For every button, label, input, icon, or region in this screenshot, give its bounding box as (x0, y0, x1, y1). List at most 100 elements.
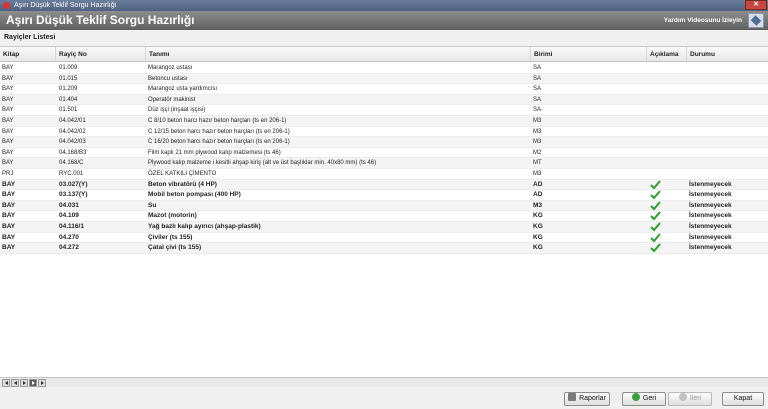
cell-rayic-no: 01.501 (59, 107, 78, 114)
reports-button[interactable]: Raporlar (564, 392, 610, 406)
cell-aciklama[interactable] (647, 148, 687, 158)
rayic-grid: Kitap Rayiç No Tanımı Birimi Açıklama Du… (0, 46, 768, 377)
checkmark-icon (650, 243, 661, 253)
cell-aciklama[interactable] (647, 243, 687, 253)
col-tanimi[interactable]: Tanımı (146, 47, 531, 62)
cell-birimi: M2 (533, 149, 542, 156)
cell-birimi: KG (533, 244, 543, 252)
cell-kitap: BAY (2, 75, 14, 82)
cell-tanimi: Marangoz usta yardımcısı (148, 86, 218, 93)
checkmark-icon (650, 211, 661, 221)
cell-kitap: BAY (2, 180, 16, 188)
help-video-link[interactable]: Yardım Videosunu İzleyin (664, 17, 742, 24)
cell-durumu (687, 148, 767, 158)
table-row[interactable]: BAY 01.501 Düz işçi (inşaat işçisi) SA (0, 105, 768, 116)
cell-aciklama[interactable] (647, 63, 687, 73)
checkmark-icon (650, 222, 661, 232)
cell-aciklama[interactable] (647, 190, 687, 200)
cell-rayic-no: 04.042/01 (59, 117, 86, 124)
back-button[interactable]: Geri (622, 392, 666, 406)
cell-kitap: BAY (2, 233, 16, 241)
cell-aciklama[interactable] (647, 222, 687, 232)
col-kitap[interactable]: Kitap (0, 47, 56, 62)
grid-header: Kitap Rayiç No Tanımı Birimi Açıklama Du… (0, 47, 768, 62)
next-record-icon[interactable] (20, 379, 28, 387)
cell-aciklama[interactable] (647, 95, 687, 105)
table-row[interactable]: BAY 01.404 Operatör makinist SA (0, 94, 768, 106)
cell-durumu (687, 74, 767, 84)
close-button[interactable]: Kapat (722, 392, 764, 406)
table-row[interactable]: BAY 04.270 Çiviler (ts 155) KG İstenmeyecek (0, 232, 768, 244)
cell-aciklama[interactable] (647, 127, 687, 137)
cell-kitap: BAY (2, 191, 16, 199)
cell-aciklama[interactable] (647, 169, 687, 179)
next-button[interactable]: İleri (668, 392, 712, 406)
cell-kitap: BAY (2, 86, 14, 93)
table-row[interactable]: BAY 04.031 Su M3 İstenmeyecek (0, 200, 768, 212)
table-row[interactable]: BAY 01.009 Marangoz ustası SA (0, 63, 768, 74)
cell-durumu: İstenmeyecek (689, 191, 732, 199)
help-video-icon[interactable] (748, 13, 764, 28)
cell-tanimi: Operatör makinist (148, 96, 196, 103)
cell-kitap: BAY (2, 160, 14, 167)
col-aciklama[interactable]: Açıklama (647, 47, 687, 62)
cell-rayic-no: 04.031 (59, 201, 79, 209)
cell-tanimi: Mazot (motorin) (148, 212, 197, 220)
table-row[interactable]: BAY 04.109 Mazot (motorin) KG İstenmeyecek (0, 211, 768, 222)
cell-kitap: BAY (2, 244, 16, 252)
goto-record-icon[interactable] (38, 379, 46, 387)
cell-tanimi: Plywood kalıp malzeme i kesitli ahşap ki… (148, 160, 377, 167)
cell-kitap: BAY (2, 149, 14, 156)
table-row[interactable]: BAY 01.015 Betoncu ustası SA (0, 73, 768, 85)
table-row[interactable]: BAY 04.168/B3 Film kaplı 21 mm plywood kal… (0, 148, 768, 159)
cell-tanimi: Beton vibratörü (4 HP) (148, 180, 217, 188)
cell-aciklama[interactable] (647, 74, 687, 84)
col-durumu[interactable]: Durumu (687, 47, 768, 62)
table-row[interactable]: BAY 04.042/01 C 8/10 beton harcı hazır bet… (0, 115, 768, 127)
cell-durumu (687, 116, 767, 126)
prev-record-icon[interactable] (11, 379, 19, 387)
cell-aciklama[interactable] (647, 201, 687, 211)
cell-rayic-no: 04.109 (59, 212, 79, 220)
action-bar: Raporlar Geri İleri Kapat (0, 388, 768, 409)
cell-aciklama[interactable] (647, 179, 687, 190)
col-birimi[interactable]: Birimi (531, 47, 647, 62)
cell-aciklama[interactable] (647, 211, 687, 221)
cell-tanimi: Marangoz ustası (148, 65, 193, 71)
cell-rayic-no: 01.015 (59, 75, 78, 82)
cell-aciklama[interactable] (647, 116, 687, 126)
cell-birimi: AD (533, 180, 543, 188)
table-row[interactable]: BAY 01.209 Marangoz usta yardımcısı SA (0, 84, 768, 95)
cell-aciklama[interactable] (647, 232, 687, 243)
cell-rayic-no: 03.137(Y) (59, 191, 88, 199)
table-row[interactable]: BAY 04.116/1 Yağ bazlı kalıp ayırıcı (ahşa… (0, 221, 768, 233)
report-icon (568, 393, 577, 401)
window-titlebar: Aşırı Düşük Teklif Sorgu Hazırlığı ✕ (0, 0, 768, 11)
cell-rayic-no: 04.270 (59, 233, 79, 241)
cell-rayic-no: 04.042/02 (59, 128, 86, 135)
cell-aciklama[interactable] (647, 137, 687, 147)
table-row[interactable]: BAY 04.042/02 C 12/15 beton harcı hazır be… (0, 127, 768, 138)
cell-aciklama[interactable] (647, 84, 687, 94)
table-row[interactable]: BAY 03.137(Y) Mobil beton pompası (400 HP)… (0, 190, 768, 201)
first-record-icon[interactable] (2, 379, 10, 387)
cell-rayic-no: 01.209 (59, 86, 78, 93)
table-row[interactable]: BAY 04.042/03 C 16/20 beton harcı hazır be… (0, 137, 768, 148)
cell-kitap: BAY (2, 128, 14, 135)
window-close-button[interactable]: ✕ (745, 0, 767, 10)
cell-rayic-no: 04.272 (59, 244, 79, 252)
cell-kitap: PRJ (2, 170, 14, 177)
table-row[interactable]: BAY 03.027(Y) Beton vibratörü (4 HP) AD İste… (0, 179, 768, 191)
last-record-icon[interactable] (29, 379, 37, 387)
cell-birimi: M3 (533, 139, 542, 146)
cell-durumu (687, 169, 767, 179)
table-row[interactable]: BAY 04.272 Çatal çivi (ts 155) KG İstenmeyec… (0, 243, 768, 254)
cell-aciklama[interactable] (647, 105, 687, 115)
cell-birimi: SA (533, 75, 542, 82)
cell-aciklama[interactable] (647, 158, 687, 168)
cell-kitap: BAY (2, 65, 14, 71)
col-rayic-no[interactable]: Rayiç No (56, 47, 146, 62)
cell-kitap: BAY (2, 212, 16, 220)
table-row[interactable]: BAY 04.168/C Plywood kalıp malzeme i kesit… (0, 158, 768, 169)
table-row[interactable]: PRJ RYC.001 ÖZEL KATKILI ÇİMENTO M3 (0, 169, 768, 180)
